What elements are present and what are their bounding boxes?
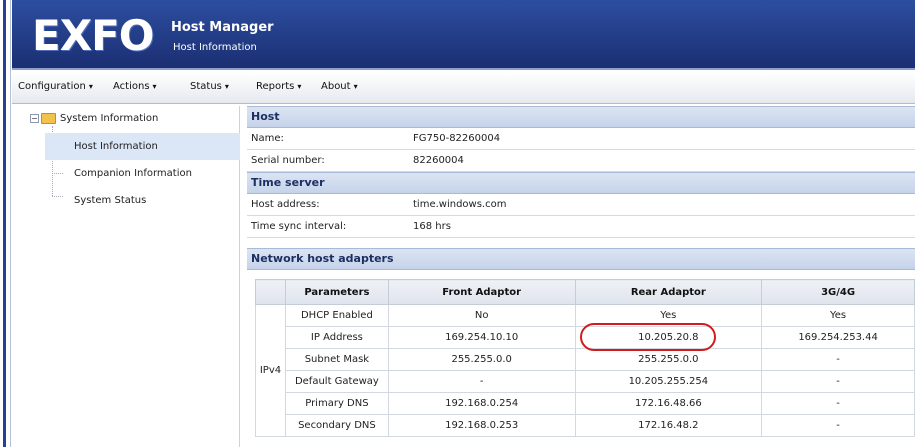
left-rail-bar (3, 0, 6, 447)
time-sync-interval-row: Time sync interval: 168 hrs (247, 216, 915, 238)
network-adapters-table: Parameters Front Adaptor Rear Adaptor 3G… (255, 279, 915, 437)
table-cell: IP Address (284, 326, 389, 349)
table-header-row: Parameters Front Adaptor Rear Adaptor 3G… (255, 279, 915, 305)
exfo-logo: EXFO (32, 11, 154, 60)
host-address-row: Host address: time.windows.com (247, 194, 915, 216)
table-cell: 10.205.255.254 (574, 370, 763, 393)
table-row: Default Gateway - 10.205.255.254 - (256, 370, 915, 393)
column-header: Front Adaptor (387, 279, 576, 305)
table-cell: 192.168.0.253 (387, 414, 576, 437)
table-cell: Subnet Mask (284, 348, 389, 371)
tree-item-companion-information[interactable]: Companion Information (45, 160, 240, 187)
table-cell: 172.16.48.2 (574, 414, 763, 437)
field-value: time.windows.com (413, 199, 507, 210)
chevron-down-icon: ▾ (88, 82, 93, 91)
host-section-header: Host (247, 106, 915, 128)
field-label: Serial number: (251, 155, 325, 166)
chevron-down-icon: ▾ (353, 82, 358, 91)
field-label: Host address: (251, 199, 320, 210)
column-header: Parameters (284, 279, 389, 305)
table-cell: 192.168.0.254 (387, 392, 576, 415)
table-cell: Default Gateway (284, 370, 389, 393)
table-cell: No (387, 304, 576, 327)
tree-root[interactable]: − System Information (30, 113, 158, 124)
group-column-header (255, 279, 286, 305)
menu-status[interactable]: Status ▾ (190, 81, 229, 92)
column-header: 3G/4G (761, 279, 915, 305)
navigation-tree: − System Information Host Information Co… (22, 106, 240, 447)
chevron-down-icon: ▾ (152, 82, 157, 91)
app-header: EXFO Host Manager Host Information (12, 0, 915, 70)
folder-icon (41, 113, 56, 124)
table-row: IPv4 DHCP Enabled No Yes Yes (255, 304, 915, 437)
table-cell: 255.255.0.0 (574, 348, 763, 371)
menu-configuration[interactable]: Configuration ▾ (18, 81, 93, 92)
menu-bar: Configuration ▾ Actions ▾ Status ▾ Reports ▾… (12, 72, 915, 104)
tree-item-host-information[interactable]: Host Information (45, 133, 240, 160)
field-value: FG750-82260004 (413, 133, 501, 144)
field-value: 82260004 (413, 155, 464, 166)
table-cell: Yes (574, 304, 763, 327)
table-cell: 169.254.253.44 (761, 326, 915, 349)
network-section-header: Network host adapters (247, 248, 915, 270)
table-cell: - (761, 414, 915, 437)
column-header: Rear Adaptor (574, 279, 763, 305)
table-cell: Primary DNS (284, 392, 389, 415)
field-label: Name: (251, 133, 284, 144)
table-row: Primary DNS 192.168.0.254 172.16.48.66 - (256, 392, 915, 415)
collapse-icon[interactable]: − (30, 114, 39, 123)
table-cell: - (387, 370, 576, 393)
menu-about[interactable]: About ▾ (321, 81, 358, 92)
table-cell: - (761, 392, 915, 415)
field-value: 168 hrs (413, 221, 451, 232)
time-server-section-header: Time server (247, 172, 915, 194)
table-cell: - (761, 348, 915, 371)
table-cell: Secondary DNS (284, 414, 389, 437)
serial-number-row: Serial number: 82260004 (247, 150, 915, 172)
ipv4-group-label: IPv4 (255, 304, 286, 437)
table-cell: Yes (761, 304, 915, 327)
menu-actions[interactable]: Actions ▾ (113, 81, 157, 92)
chevron-down-icon: ▾ (224, 82, 229, 91)
table-row: IP Address 169.254.10.10 10.205.20.8 169… (256, 326, 915, 349)
table-cell: 169.254.10.10 (387, 326, 576, 349)
table-cell: DHCP Enabled (284, 304, 389, 327)
tree-item-system-status[interactable]: System Status (45, 187, 240, 214)
content-panel: Host Name: FG750-82260004 Serial number:… (247, 106, 915, 447)
table-cell: 255.255.0.0 (387, 348, 576, 371)
app-title: Host Manager (171, 20, 274, 35)
table-row: Subnet Mask 255.255.0.0 255.255.0.0 - (256, 348, 915, 371)
host-name-row: Name: FG750-82260004 (247, 128, 915, 150)
chevron-down-icon: ▾ (297, 82, 302, 91)
table-cell: 10.205.20.8 (574, 326, 763, 349)
left-rail (0, 0, 11, 447)
tree-root-label: System Information (60, 113, 159, 124)
table-cell: 172.16.48.66 (574, 392, 763, 415)
app-subtitle: Host Information (173, 42, 257, 53)
field-label: Time sync interval: (251, 221, 347, 232)
table-row: Secondary DNS 192.168.0.253 172.16.48.2 … (256, 414, 915, 437)
table-cell: - (761, 370, 915, 393)
menu-reports[interactable]: Reports ▾ (256, 81, 301, 92)
